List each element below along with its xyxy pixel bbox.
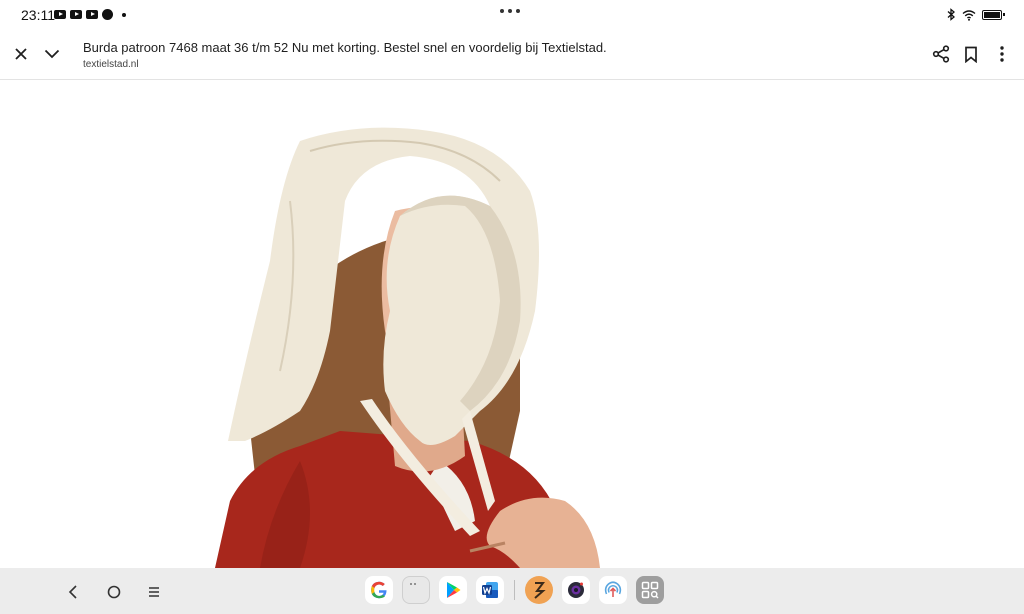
more-notifications-dot — [122, 12, 126, 17]
bookmark-icon — [965, 46, 977, 63]
apps-grid-app[interactable] — [636, 576, 664, 604]
share-button[interactable] — [929, 42, 953, 66]
page-content — [0, 81, 1024, 568]
status-time: 23:11 — [21, 7, 55, 23]
recents-icon — [149, 587, 159, 597]
play-store-app[interactable] — [439, 576, 467, 604]
app-dock — [365, 576, 664, 604]
page-title: Burda patroon 7468 maat 36 t/m 52 Nu met… — [83, 40, 607, 55]
screen: 23:11 Burda patroon 7468 maat 36 t/m 52 … — [0, 0, 1024, 614]
google-app[interactable] — [365, 576, 393, 604]
play-store-icon — [447, 582, 461, 598]
camera-app[interactable] — [562, 576, 590, 604]
more-options-button[interactable] — [990, 42, 1014, 66]
back-icon — [68, 585, 77, 599]
podcasts-app[interactable] — [599, 576, 627, 604]
back-button[interactable] — [61, 580, 85, 604]
youtube-icon — [70, 10, 82, 19]
word-app[interactable] — [476, 576, 504, 604]
wifi-icon — [962, 9, 976, 21]
custom-tab-header: Burda patroon 7468 maat 36 t/m 52 Nu met… — [0, 30, 1024, 80]
close-button[interactable] — [9, 42, 33, 66]
app-drawer-icon — [410, 583, 416, 585]
product-image — [215, 127, 600, 568]
google-icon — [371, 581, 387, 599]
home-icon — [107, 585, 121, 599]
status-bar: 23:11 — [0, 0, 1024, 30]
page-domain: textielstad.nl — [83, 59, 139, 70]
system-icons — [946, 8, 1005, 21]
zap-app[interactable] — [525, 576, 553, 604]
share-icon — [932, 45, 950, 63]
chevron-down-icon — [44, 49, 60, 59]
minimize-button[interactable] — [40, 42, 64, 66]
home-button[interactable] — [102, 580, 126, 604]
youtube-icon — [86, 10, 98, 19]
bookmark-button[interactable] — [959, 42, 983, 66]
apps-grid-icon — [641, 581, 659, 599]
close-icon — [15, 48, 27, 60]
word-icon — [482, 582, 498, 598]
navigation-bar — [0, 568, 1024, 614]
bluetooth-icon — [947, 8, 955, 21]
recents-button[interactable] — [142, 580, 166, 604]
more-icon — [1000, 46, 1004, 62]
app-drawer[interactable] — [402, 576, 430, 604]
multiwindow-handle-icon[interactable] — [500, 9, 520, 13]
zap-icon — [534, 582, 546, 599]
podcast-icon — [604, 581, 622, 597]
camera-icon — [568, 582, 584, 598]
app-icon — [102, 9, 113, 20]
dock-separator — [514, 580, 515, 600]
notification-icons — [54, 9, 126, 20]
youtube-icon — [54, 10, 66, 19]
battery-icon — [982, 9, 1005, 20]
